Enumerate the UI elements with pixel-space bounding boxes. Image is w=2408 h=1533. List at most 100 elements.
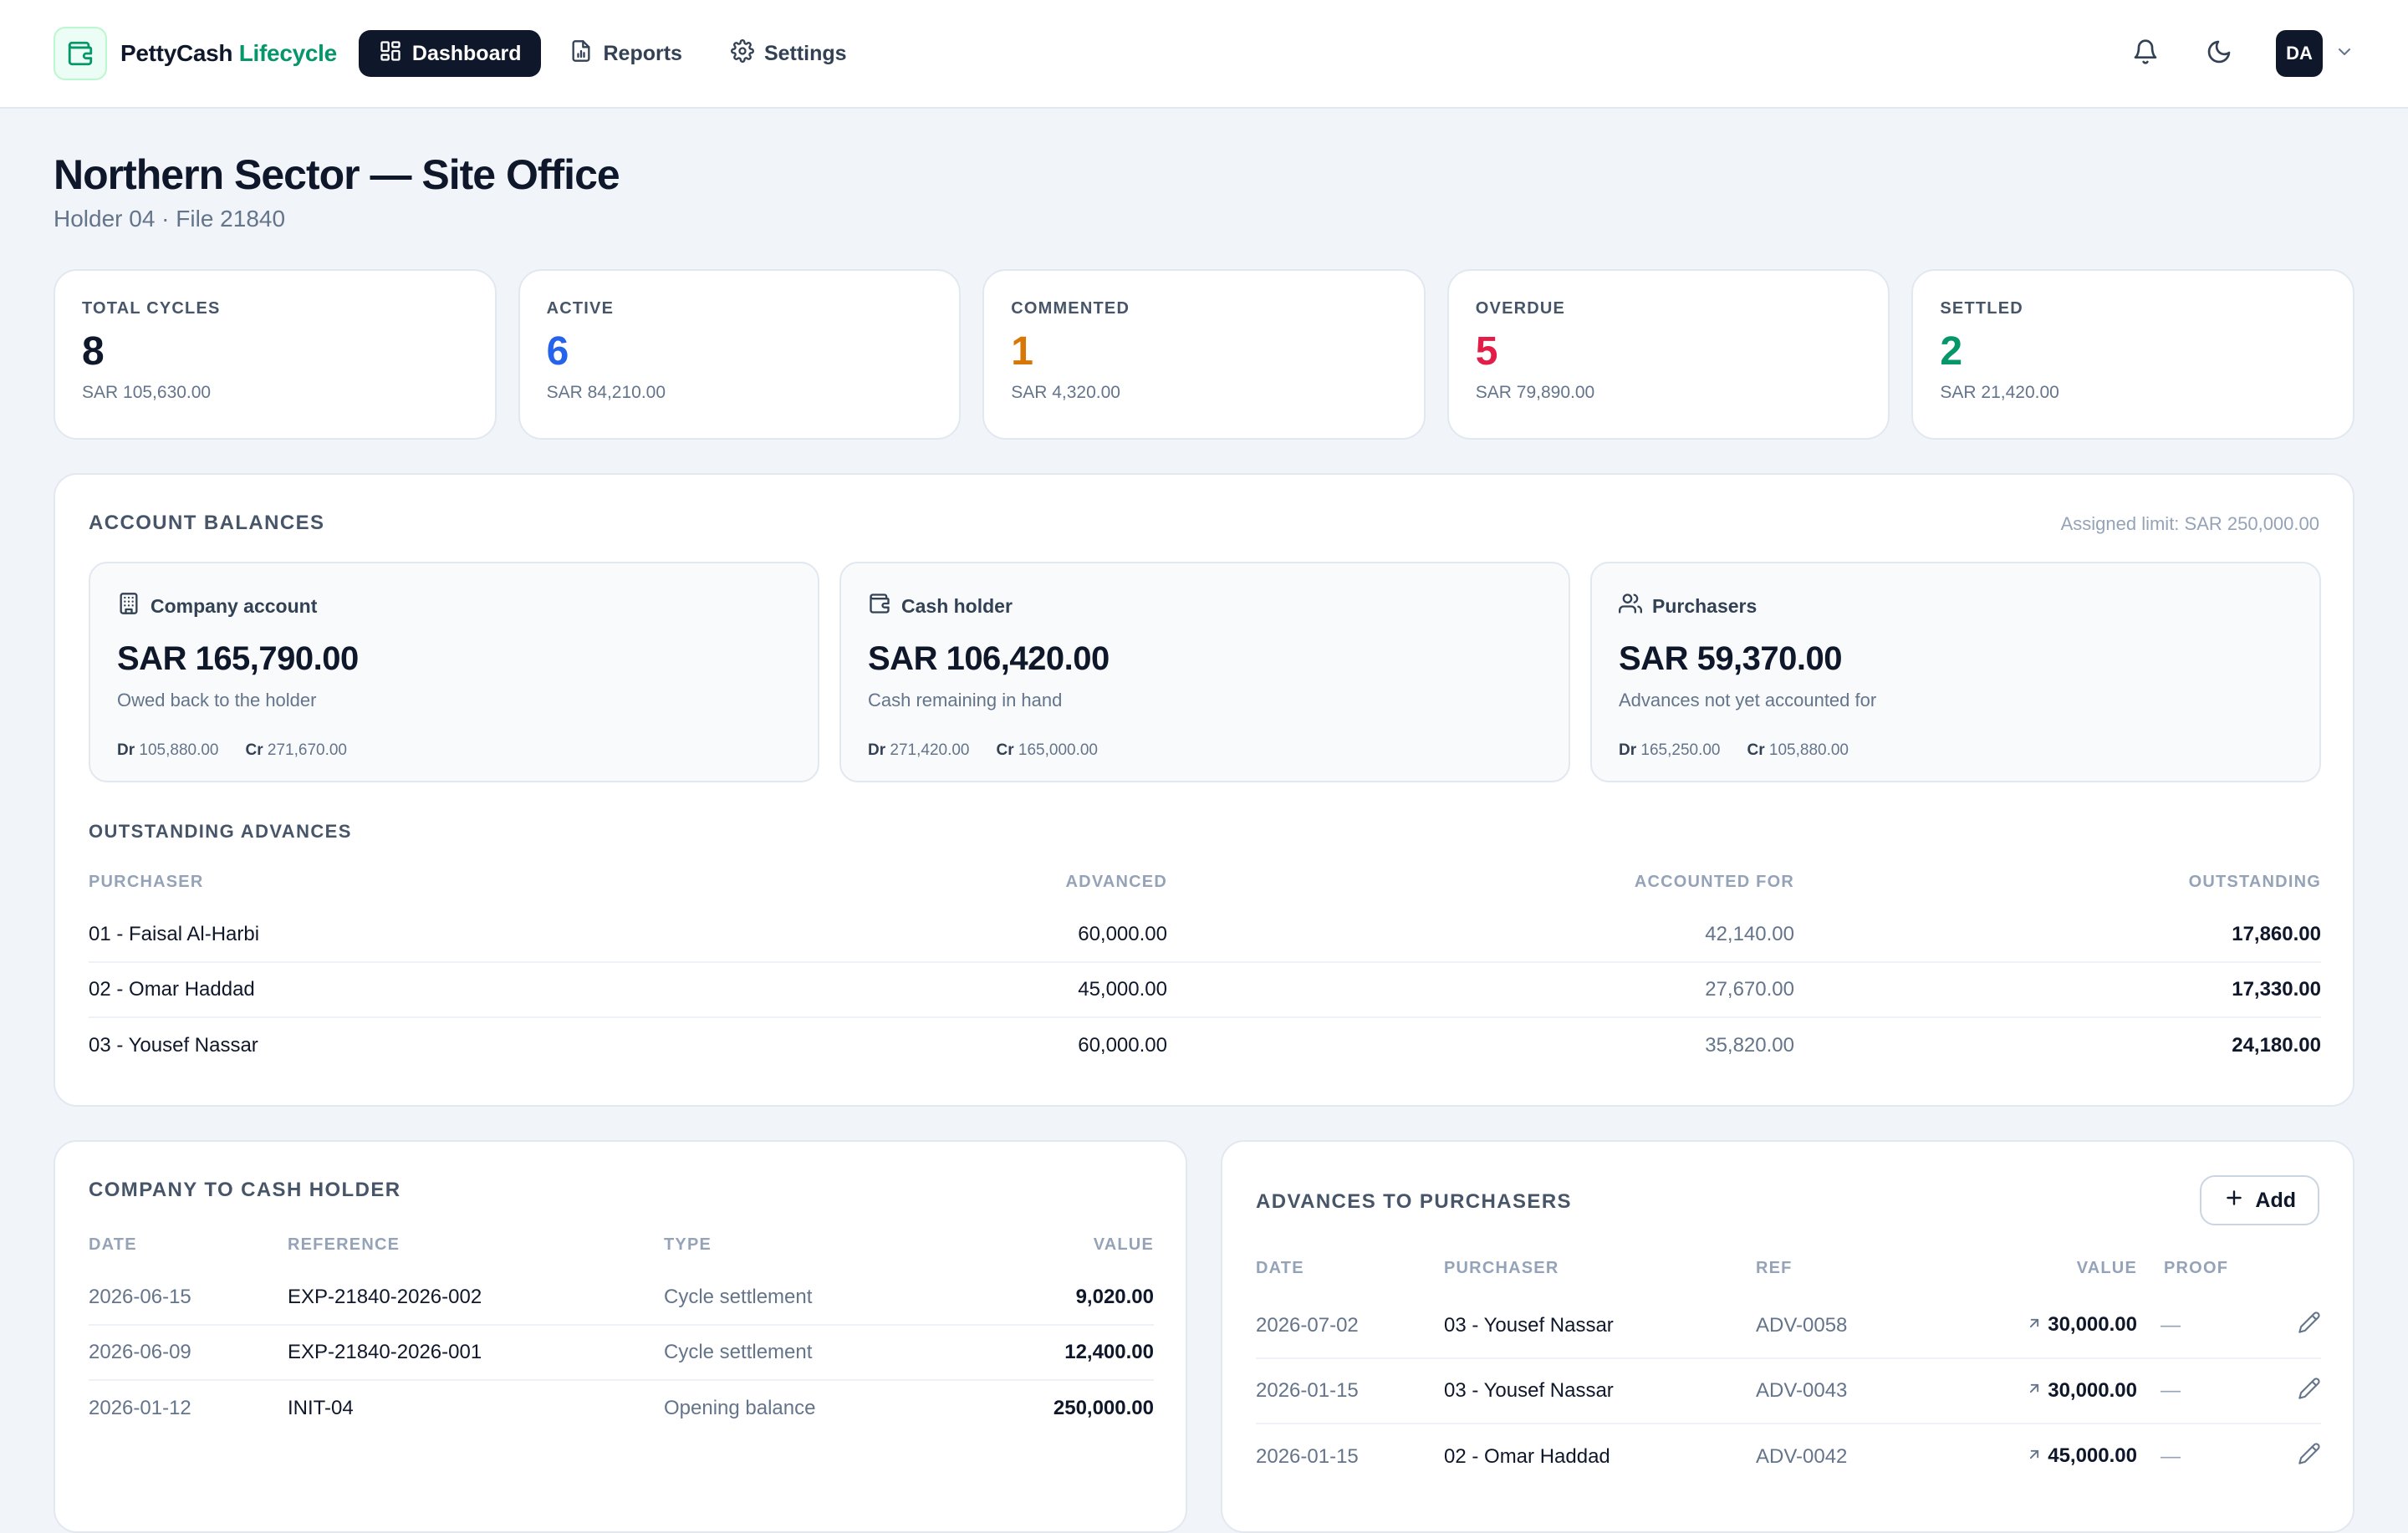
balance-tiles: Company account SAR 165,790.00 Owed back… — [89, 562, 2321, 782]
balance-amount: SAR 165,790.00 — [117, 640, 359, 677]
pencil-icon — [2298, 1443, 2321, 1470]
dr-label: Dr — [1619, 741, 1637, 759]
add-advance-button[interactable]: Add — [2200, 1175, 2319, 1225]
account-balances-card: ACCOUNT BALANCES Assigned limit: SAR 250… — [54, 473, 2354, 1107]
balance-description: Advances not yet accounted for — [1619, 690, 1877, 710]
col-proof[interactable]: PROOF — [2137, 1259, 2254, 1293]
balance-purchasers[interactable]: Purchasers SAR 59,370.00 Advances not ye… — [1590, 562, 2321, 782]
table-row[interactable]: 2026-01-12 INIT-04 Opening balance 250,0… — [89, 1379, 1154, 1435]
col-accounted-for[interactable]: ACCOUNTED FOR — [1167, 873, 1794, 907]
building-icon — [117, 592, 140, 620]
cell-value: 12,400.00 — [957, 1324, 1154, 1380]
advance-value: 30,000.00 — [2048, 1378, 2137, 1402]
nav-reports-label: Reports — [603, 41, 682, 65]
table-row[interactable]: 2026-01-15 03 - Yousef Nassar ADV-0043 3… — [1256, 1357, 2321, 1424]
cell-type: Opening balance — [664, 1379, 957, 1435]
balance-amount: SAR 59,370.00 — [1619, 640, 1843, 677]
cr-label: Cr — [996, 741, 1014, 759]
col-value[interactable]: VALUE — [957, 1235, 1154, 1270]
page-title: Northern Sector — Site Office — [54, 151, 620, 198]
balance-name: Company account — [150, 594, 318, 617]
user-menu-chevron[interactable] — [2334, 42, 2354, 66]
cell-advanced: 60,000.00 — [1078, 922, 1167, 945]
table-row[interactable]: 2026-06-15 EXP-21840-2026-002 Cycle sett… — [89, 1270, 1154, 1325]
col-ref[interactable]: REF — [1756, 1259, 1956, 1293]
stat-card-settled[interactable]: SETTLED 2 SAR 21,420.00 — [1911, 269, 2354, 440]
table-row[interactable]: 01 - Faisal Al-Harbi 60,000.00 42,140.00… — [89, 907, 2321, 962]
nav-dashboard[interactable]: Dashboard — [358, 30, 542, 77]
outstanding-advances-title: OUTSTANDING ADVANCES — [89, 821, 352, 842]
stat-cards: TOTAL CYCLES 8 SAR 105,630.00 ACTIVE 6 S… — [54, 269, 2354, 440]
users-icon — [1619, 592, 1642, 620]
col-type[interactable]: TYPE — [664, 1235, 957, 1270]
cell-accounted: 42,140.00 — [1705, 922, 1794, 945]
brand-main: PettyCash — [120, 40, 233, 66]
dark-mode-toggle[interactable] — [2192, 27, 2246, 80]
table-row[interactable]: 2026-06-09 EXP-21840-2026-001 Cycle sett… — [89, 1324, 1154, 1380]
col-date[interactable]: DATE — [89, 1235, 288, 1270]
table-row[interactable]: 2026-07-02 03 - Yousef Nassar ADV-0058 3… — [1256, 1293, 2321, 1358]
advances-to-purchasers-table: DATE PURCHASER REF VALUE PROOF 2026-07-0… — [1256, 1259, 2321, 1489]
table-row[interactable]: 02 - Omar Haddad 45,000.00 27,670.00 17,… — [89, 961, 2321, 1017]
cell-purchaser: 03 - Yousef Nassar — [1444, 1357, 1756, 1424]
balance-name: Cash holder — [901, 594, 1013, 617]
company-to-cash-holder-table: DATE REFERENCE TYPE VALUE 2026-06-15 EXP… — [89, 1235, 1154, 1435]
gear-icon — [730, 38, 754, 69]
table-row[interactable]: 2026-01-15 02 - Omar Haddad ADV-0042 45,… — [1256, 1423, 2321, 1489]
nav-settings[interactable]: Settings — [711, 30, 867, 77]
stat-card-total[interactable]: TOTAL CYCLES 8 SAR 105,630.00 — [54, 269, 497, 440]
stat-label: OVERDUE — [1475, 299, 1566, 318]
col-reference[interactable]: REFERENCE — [288, 1235, 664, 1270]
cell-date: 2026-01-15 — [1256, 1357, 1444, 1424]
cell-reference: EXP-21840-2026-001 — [288, 1324, 664, 1380]
col-purchaser[interactable]: PURCHASER — [1444, 1259, 1756, 1293]
wallet-logo-icon[interactable] — [54, 27, 107, 80]
nav-dashboard-label: Dashboard — [411, 41, 522, 65]
nav-reports[interactable]: Reports — [549, 30, 701, 77]
col-purchaser[interactable]: PURCHASER — [89, 873, 841, 907]
edit-button[interactable] — [2254, 1357, 2321, 1424]
col-date[interactable]: DATE — [1256, 1259, 1444, 1293]
wallet-icon — [868, 592, 891, 620]
pencil-icon — [2298, 1377, 2321, 1405]
balance-description: Owed back to the holder — [117, 690, 317, 710]
dr-label: Dr — [868, 741, 886, 759]
col-outstanding[interactable]: OUTSTANDING — [1794, 873, 2321, 907]
stat-amount: SAR 79,890.00 — [1475, 382, 1595, 402]
stat-label: COMMENTED — [1011, 299, 1130, 318]
stat-card-active[interactable]: ACTIVE 6 SAR 84,210.00 — [518, 269, 962, 440]
brand-name[interactable]: PettyCash Lifecycle — [120, 40, 337, 67]
add-advance-label: Add — [2255, 1188, 2296, 1212]
company-to-cash-holder-title: COMPANY TO CASH HOLDER — [89, 1179, 401, 1201]
stat-count: 5 — [1475, 329, 1498, 374]
stat-amount: SAR 21,420.00 — [1940, 382, 2059, 402]
stat-card-overdue[interactable]: OVERDUE 5 SAR 79,890.00 — [1446, 269, 1890, 440]
stat-card-commented[interactable]: COMMENTED 1 SAR 4,320.00 — [982, 269, 1426, 440]
cell-date: 2026-06-15 — [89, 1285, 191, 1308]
balance-description: Cash remaining in hand — [868, 690, 1063, 710]
cell-purchaser: 03 - Yousef Nassar — [89, 1016, 841, 1072]
assigned-limit: Assigned limit: SAR 250,000.00 — [2060, 513, 2319, 534]
cell-ref: ADV-0058 — [1756, 1313, 1848, 1337]
balance-cash-holder[interactable]: Cash holder SAR 106,420.00 Cash remainin… — [839, 562, 1570, 782]
col-value[interactable]: VALUE — [1956, 1259, 2137, 1293]
cell-date: 2026-07-02 — [1256, 1313, 1359, 1337]
cr-value: 105,880.00 — [1768, 741, 1849, 759]
col-advanced[interactable]: ADVANCED — [841, 873, 1167, 907]
cr-label: Cr — [1747, 741, 1765, 759]
cell-proof: — — [2137, 1357, 2254, 1424]
stat-label: SETTLED — [1940, 299, 2023, 318]
balance-amount: SAR 106,420.00 — [868, 640, 1110, 677]
cell-accounted: 35,820.00 — [1167, 1016, 1794, 1072]
cell-date: 2026-06-09 — [89, 1324, 288, 1380]
table-row[interactable]: 03 - Yousef Nassar 60,000.00 35,820.00 2… — [89, 1016, 2321, 1072]
edit-button[interactable] — [2254, 1423, 2321, 1489]
edit-button[interactable] — [2254, 1293, 2321, 1358]
avatar[interactable]: DA — [2276, 30, 2323, 77]
plus-icon — [2223, 1187, 2245, 1215]
balance-company-account[interactable]: Company account SAR 165,790.00 Owed back… — [89, 562, 819, 782]
top-right-controls: DA — [2099, 27, 2354, 80]
cr-value: 165,000.00 — [1018, 741, 1098, 759]
notifications-button[interactable] — [2119, 27, 2172, 80]
balance-dr-cr: Dr 165,250.00 Cr 105,880.00 — [1619, 741, 2293, 760]
